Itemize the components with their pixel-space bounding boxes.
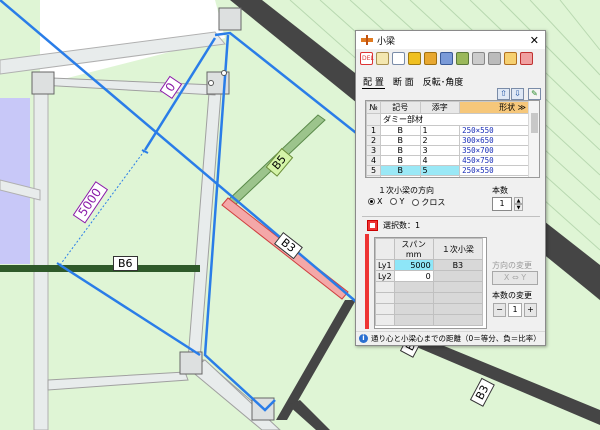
paste-icon[interactable] (488, 52, 501, 65)
col-span: スパン mm (393, 238, 434, 260)
table-header: № 記号 添字 形状 ≫ (366, 101, 529, 114)
span-table[interactable]: スパン mm １次小梁 Ly1 5000 B3 Ly2 0 (374, 237, 487, 329)
selection-count-text: 選択数：1 (383, 221, 421, 230)
table-row[interactable]: 1 B 1 250×550 (366, 125, 529, 136)
edit-sheet-icon[interactable] (376, 52, 389, 65)
beam-label-b6: B6 (113, 256, 138, 271)
radio-x[interactable]: X (368, 197, 382, 208)
count-down-button[interactable]: ▼ (514, 204, 523, 211)
dialog-titlebar[interactable]: 小梁 ✕ (356, 31, 545, 49)
span-value-cell[interactable]: 0 (393, 270, 434, 282)
beam-edit-icon[interactable] (456, 52, 469, 65)
direction-change-label: 方向の変更 (492, 261, 532, 270)
count-change-value[interactable]: 1 (508, 303, 522, 317)
count-up-button[interactable]: ▲ (514, 197, 523, 204)
paint-button[interactable]: ✎ (528, 88, 541, 100)
scroll-thumb[interactable] (531, 113, 538, 133)
beam-draw-icon[interactable] (424, 52, 437, 65)
col-index: 添字 (419, 101, 461, 114)
radio-cross-dot (412, 199, 420, 206)
direction-options: X Y クロス (368, 197, 445, 208)
count-label: 本数 (492, 186, 508, 195)
dialog-toolbar: DEL (360, 52, 533, 68)
count-input[interactable]: 1 (492, 197, 512, 211)
col-mark: 記号 (380, 101, 421, 114)
radio-cross[interactable]: クロス (412, 197, 445, 208)
table-row[interactable]: 2 B 2 300×650 (366, 135, 529, 146)
col-no: № (366, 101, 381, 114)
span-header: スパン mm １次小梁 (375, 238, 484, 260)
table-row[interactable]: 4 B 4 450×750 (366, 155, 529, 166)
direction-group-label: １次小梁の方向 (378, 186, 434, 195)
span-row[interactable]: Ly1 5000 B3 (375, 259, 484, 271)
node-dot-2 (221, 70, 227, 76)
beam-app-icon (361, 35, 373, 45)
count-minus-button[interactable]: − (493, 303, 506, 317)
tab-section[interactable]: 断 面 (392, 75, 415, 89)
selection-count: 選択数：1 (367, 220, 420, 231)
col-shape[interactable]: 形状 ≫ (459, 101, 529, 114)
selection-strip (365, 234, 369, 329)
move-up-button[interactable]: ⇧ (497, 88, 510, 100)
node-dot (208, 80, 214, 86)
span-row[interactable]: Ly2 0 (375, 270, 484, 282)
table-scrollbar[interactable] (528, 101, 539, 177)
separator (362, 216, 540, 217)
download-icon[interactable] (520, 52, 533, 65)
dim-tick-marks (56, 149, 149, 268)
beam-place-icon[interactable] (408, 52, 421, 65)
import-icon[interactable] (504, 52, 517, 65)
primary-beam-cell[interactable]: B3 (432, 259, 484, 271)
dialog-tabs: 配 置 断 面 反転･角度 (362, 75, 464, 89)
tab-placement[interactable]: 配 置 (362, 75, 385, 89)
delete-icon[interactable]: DEL (360, 52, 374, 65)
count-change-label: 本数の変更 (492, 291, 532, 300)
info-icon: i (359, 334, 368, 343)
beam-dialog: 小梁 ✕ DEL 配 置 断 面 反転･角度 ⇧ ⇩ ✎ № 記号 添字 形状 … (355, 30, 546, 346)
blue-dim-dashed (59, 149, 146, 266)
radio-y-dot (390, 198, 398, 205)
col-primary-beam: １次小梁 (432, 238, 484, 260)
table-row-dummy[interactable]: ダミー部材 (366, 113, 529, 126)
close-button[interactable]: ✕ (530, 34, 539, 47)
move-down-button[interactable]: ⇩ (511, 88, 524, 100)
member-table[interactable]: № 記号 添字 形状 ≫ ダミー部材 1 B 1 250×550 2 B 2 300×650… (365, 100, 540, 178)
pick-icon[interactable] (440, 52, 453, 65)
status-text: 通り心と小梁心までの距離（0＝等分、負＝比率） (371, 334, 541, 343)
dark-beam-right (276, 300, 356, 420)
copy-icon[interactable] (472, 52, 485, 65)
radio-y[interactable]: Y (390, 197, 404, 208)
count-plus-button[interactable]: + (524, 303, 537, 317)
dialog-title: 小梁 (377, 36, 396, 47)
dark-beam-lower2 (288, 400, 330, 430)
radio-x-dot (368, 198, 375, 205)
table-row[interactable]: 3 B 3 350×700 (366, 145, 529, 156)
beam-b6 (0, 265, 200, 272)
primary-beam-cell[interactable] (432, 270, 484, 282)
table-row[interactable]: 6B6300×650 (366, 175, 529, 177)
span-value-cell[interactable]: 5000 (393, 259, 434, 271)
grid-line-lower (47, 371, 189, 391)
status-bar: i 通り心と小梁心までの距離（0＝等分、負＝比率） (356, 331, 545, 345)
swap-xy-button[interactable]: X ⇔ Y (492, 271, 538, 285)
tab-flip-angle[interactable]: 反転･角度 (422, 75, 465, 89)
document-icon[interactable] (392, 52, 405, 65)
table-row-selected[interactable]: 5 B 5 250×550 (366, 165, 529, 176)
dummy-member-label: ダミー部材 (380, 113, 529, 126)
selection-icon (367, 220, 378, 231)
